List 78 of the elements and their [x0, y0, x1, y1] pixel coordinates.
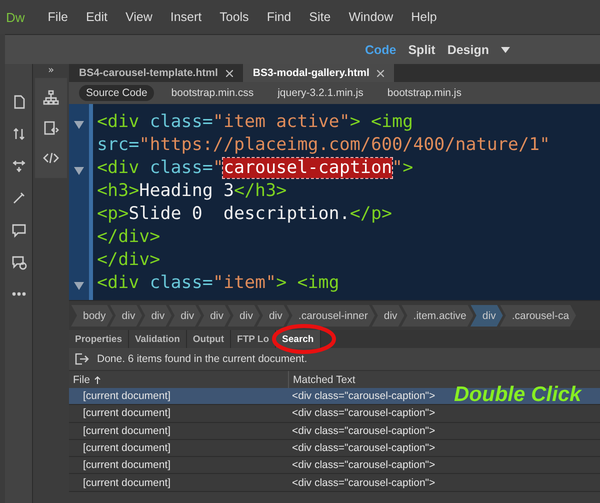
breadcrumb[interactable]: .carousel-ca: [500, 304, 576, 326]
file-cell-text: [current document]: [82, 442, 171, 454]
code-line: </div>: [97, 226, 162, 249]
code-icon[interactable]: [43, 150, 59, 166]
fold-triangle-icon[interactable]: [74, 166, 84, 174]
code-line: <div class="item"> <img: [97, 272, 340, 295]
export-icon[interactable]: [75, 353, 89, 365]
view-button[interactable]: Split: [408, 42, 436, 56]
comment-icon[interactable]: [10, 222, 26, 238]
match-cell-text: <div class="carousel-caption">: [291, 459, 436, 472]
file-cell-text: [current document]: [82, 390, 171, 402]
panel-tab[interactable]: Validation: [129, 330, 187, 348]
breadcrumb[interactable]: div: [168, 304, 202, 326]
breadcrumb[interactable]: .item.active: [401, 304, 474, 326]
breadcrumb[interactable]: .carousel-inner: [286, 304, 375, 326]
panel-tab[interactable]: Properties: [69, 330, 129, 348]
file-cell-text: [current document]: [82, 476, 171, 489]
match-cell-text: <div class="carousel-caption">: [291, 476, 436, 489]
code-line: src="https://placeimg.com/600/400/nature/1": [97, 134, 552, 157]
document-code-icon[interactable]: [43, 120, 59, 136]
panel-tab[interactable]: Output: [186, 330, 232, 348]
document-tab[interactable]: BS4-carousel-template.html: [69, 64, 243, 82]
match-cell-text: <div class="carousel-caption">: [291, 390, 436, 402]
result-row[interactable]: [current document] <div class="carousel-caption">: [69, 405, 600, 423]
view-button[interactable]: Design: [447, 42, 489, 56]
app-logo: Dw: [6, 10, 25, 24]
menu-item[interactable]: Window: [340, 10, 402, 24]
code-line: <div class="item active"> <img: [97, 111, 414, 134]
column-header[interactable]: Matched Text: [293, 374, 356, 386]
match-cell-text: <div class="carousel-caption">: [291, 442, 436, 454]
search-status: Done. 6 items found in the current document.: [97, 353, 308, 365]
code-line: <h3>Heading 3</h3>: [97, 180, 288, 203]
code-line: </div>: [97, 249, 162, 272]
menu-item[interactable]: Help: [402, 10, 446, 24]
result-row[interactable]: [current document] <div class="carousel-caption">: [69, 457, 600, 474]
fold-triangle-icon[interactable]: [74, 282, 84, 290]
panel-tab[interactable]: FTP Lo: [231, 330, 276, 348]
breadcrumb[interactable]: div: [228, 304, 260, 326]
collapse-toggle[interactable]: »: [48, 64, 54, 78]
related-file-button[interactable]: jquery-3.2.1.min.js: [270, 85, 370, 101]
breadcrumb[interactable]: div: [470, 304, 503, 326]
code-line: <div class="carousel-caption">: [97, 157, 414, 180]
file-cell-text: [current document]: [82, 459, 171, 472]
comment-check-icon[interactable]: [10, 254, 26, 270]
menu-item[interactable]: Site: [300, 10, 340, 24]
breadcrumb[interactable]: body: [71, 304, 113, 326]
related-file-button[interactable]: bootstrap.min.js: [380, 85, 469, 101]
result-row[interactable]: [current document] <div class="carousel-caption"> Double Click: [69, 388, 600, 406]
highlight-ellipse: [271, 323, 337, 355]
expand-icon[interactable]: [10, 158, 26, 174]
breadcrumb[interactable]: div: [256, 304, 290, 326]
match-cell-text: <div class="carousel-caption">: [291, 407, 436, 420]
related-file-button[interactable]: bootstrap.min.css: [164, 85, 261, 101]
menu-item[interactable]: Find: [258, 10, 300, 24]
breadcrumb[interactable]: div: [110, 304, 142, 326]
menu-item[interactable]: Tools: [210, 10, 258, 24]
breadcrumb[interactable]: div: [372, 304, 404, 326]
document-tab[interactable]: BS3-modal-gallery.html: [242, 64, 394, 82]
column-header[interactable]: File: [73, 374, 90, 386]
file-cell-text: [current document]: [82, 407, 171, 420]
hierarchy-icon[interactable]: [43, 90, 59, 106]
fold-triangle-icon[interactable]: [74, 120, 84, 128]
dropdown-caret-icon[interactable]: [501, 46, 510, 52]
close-icon[interactable]: [377, 70, 384, 76]
related-file-button[interactable]: Source Code: [79, 85, 154, 101]
menu-item[interactable]: File: [38, 10, 77, 24]
breadcrumb[interactable]: div: [139, 304, 172, 326]
result-row[interactable]: [current document] <div class="carousel-caption">: [69, 422, 600, 440]
menu-item[interactable]: Edit: [76, 10, 116, 24]
code-line: <p>Slide 0 description.</p>: [97, 203, 394, 226]
file-cell-text: [current document]: [82, 424, 171, 437]
menu-item[interactable]: View: [116, 10, 162, 24]
menu-item[interactable]: Insert: [161, 10, 211, 24]
match-cell-text: <div class="carousel-caption">: [291, 424, 436, 437]
close-icon[interactable]: [226, 70, 233, 76]
sort-arrows-icon[interactable]: [10, 126, 26, 142]
breadcrumb[interactable]: div: [198, 304, 231, 326]
panel-tab[interactable]: Search: [276, 330, 321, 348]
